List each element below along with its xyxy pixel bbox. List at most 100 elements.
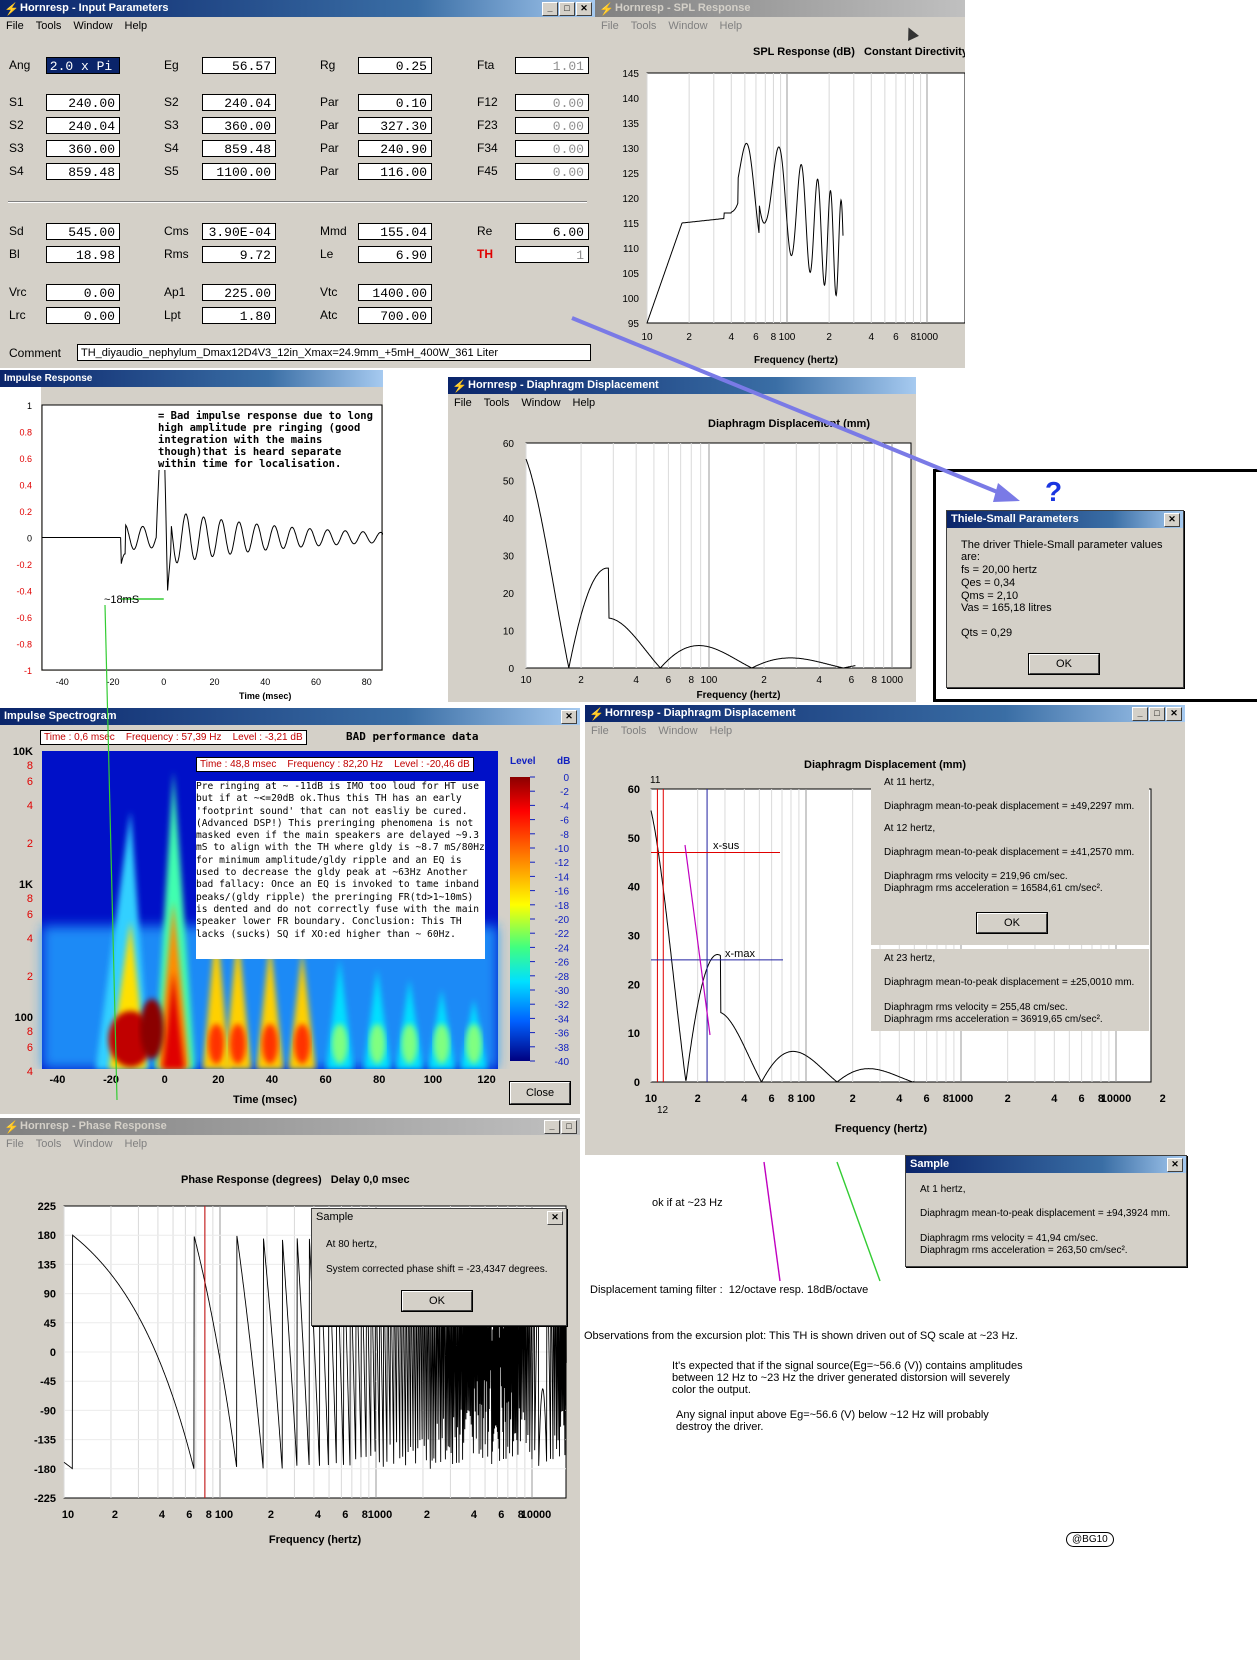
y-tick-label: -180 [34,1464,56,1476]
param-field-lrc[interactable]: 0.00 [46,307,120,324]
y-tick-label: 100 [15,1012,33,1024]
p1-acceleration: Diaphragm rms acceleration = 16584,61 cm… [884,883,1103,894]
param-field-s5[interactable]: 1100.00 [202,163,276,180]
param-field-par[interactable]: 240.90 [358,140,432,157]
param-field-ap1[interactable]: 225.00 [202,284,276,301]
param-field-rms[interactable]: 9.72 [202,246,276,263]
spl-plot: 1451401351301251201151101051009510 2 4 6 8 10… [622,69,965,366]
param-field-par[interactable]: 0.10 [358,94,432,111]
param-field-atc[interactable]: 700.00 [358,307,432,324]
ok-button[interactable]: OK [1028,653,1100,675]
param-label-rms: Rms [164,247,189,261]
input-parameters-titlebar[interactable]: ⚡ Hornresp - Input Parameters _ □ ✕ [0,0,595,17]
note-expected-1: It's expected that if the signal source(… [672,1360,1023,1372]
param-field-le[interactable]: 6.90 [358,246,432,263]
x-tick-label: 20 [209,677,219,687]
x-max-label: x-max [725,948,755,960]
menu-file[interactable]: File [6,20,24,32]
param-field-fta[interactable]: 1.01 [515,57,589,74]
y-tick-label: 8 [27,893,33,905]
param-field-f45[interactable]: 0.00 [515,163,589,180]
close-button[interactable]: Close [509,1081,571,1105]
y-tick-label: 20 [503,589,515,600]
param-field-s3[interactable]: 360.00 [46,140,120,157]
p1-at12: At 12 hertz, [884,823,936,834]
y-tick-label: 10 [503,627,515,638]
close-icon[interactable]: ✕ [576,2,592,16]
param-label-atc: Atc [320,308,338,322]
sample-titlebar[interactable]: Sample ✕ [312,1209,566,1226]
param-field-s2[interactable]: 240.04 [46,117,120,134]
y-tick-label: 10K [13,746,33,758]
x-tick-label: 2 [1160,1093,1166,1105]
param-field-lpt[interactable]: 1.80 [202,307,276,324]
param-field-mmd[interactable]: 155.04 [358,223,432,240]
param-field-f12[interactable]: 0.00 [515,94,589,111]
ts-vas: Vas = 165,18 litres [961,602,1052,614]
param-field-f23[interactable]: 0.00 [515,117,589,134]
close-icon[interactable]: ✕ [1164,513,1180,527]
close-icon[interactable]: ✕ [1167,1158,1183,1172]
param-field-ang[interactable]: 2.0 x Pi [46,57,120,74]
maximize-icon[interactable]: □ [559,2,575,16]
menu-tools[interactable]: Tools [36,20,62,32]
param-field-bl[interactable]: 18.98 [46,246,120,263]
comment-field[interactable]: TH_diyaudio_nephylum_Dmax12D4V3_12in_Xma… [77,344,591,361]
y-tick-label: 50 [628,833,640,845]
close-icon[interactable]: ✕ [547,1211,563,1225]
param-field-vtc[interactable]: 1400.00 [358,284,432,301]
param-field-re[interactable]: 6.00 [515,223,589,240]
menu-window[interactable]: Window [73,20,112,32]
x-tick-label: -20 [107,677,120,687]
param-label-sd: Sd [9,224,24,238]
ridge-core [331,1024,348,1064]
scale-label: -38 [555,1043,570,1054]
param-field-par[interactable]: 327.30 [358,117,432,134]
menu-help[interactable]: Help [125,20,148,32]
note-observations: Observations from the excursion plot: Th… [584,1330,1018,1342]
y-tick-label: 125 [622,169,639,180]
ok-button[interactable]: OK [401,1290,473,1312]
ts-titlebar[interactable]: Thiele-Small Parameters ✕ [947,511,1183,528]
param-field-eg[interactable]: 56.57 [202,57,276,74]
param-field-s2[interactable]: 240.04 [202,94,276,111]
param-field-sd[interactable]: 545.00 [46,223,120,240]
y-tick-label: 6 [27,776,33,788]
x-tick-label: 6 [924,1093,930,1105]
param-field-f34[interactable]: 0.00 [515,140,589,157]
x-sus-label: x-sus [713,840,740,852]
spectrogram-titlebar[interactable]: Impulse Spectrogram ✕ [0,708,580,725]
db-label: dB [557,756,570,767]
param-field-par[interactable]: 116.00 [358,163,432,180]
param-field-s4[interactable]: 859.48 [202,140,276,157]
impulse-titlebar[interactable]: Impulse Response [0,370,383,387]
green-filter-line [836,1161,881,1282]
impulse-spectrogram-window: Impulse Spectrogram ✕ 10K 8 6 4 2 1K 8 6 4 2 100 8 6… [0,708,580,1114]
y-tick-label: 4 [27,1066,33,1078]
dialog-title: Sample [910,1158,950,1170]
ok-button[interactable]: OK [976,912,1048,934]
y-tick-label: 1K [19,879,33,891]
param-label-ang: Ang [9,58,31,72]
param-field-s4[interactable]: 859.48 [46,163,120,180]
param-field-vrc[interactable]: 0.00 [46,284,120,301]
param-label-par: Par [320,141,339,155]
param-field-th[interactable]: 1 [515,246,589,263]
ridge-core [294,1024,311,1064]
x-tick-label: 1000 [949,1093,973,1105]
y-tick-label: -0.8 [16,640,32,650]
input-parameters-window: ⚡ Hornresp - Input Parameters _ □ ✕ File… [0,0,595,368]
param-label-s4: S4 [9,164,24,178]
close-icon[interactable]: ✕ [561,710,577,724]
param-field-rg[interactable]: 0.25 [358,57,432,74]
x-tick-label: 2 [761,675,767,686]
minimize-icon[interactable]: _ [542,2,558,16]
param-field-s1[interactable]: 240.00 [46,94,120,111]
param-label-f45: F45 [477,164,498,178]
param-field-s3[interactable]: 360.00 [202,117,276,134]
marker-12: 12 [657,1105,669,1116]
sample-titlebar[interactable]: Sample ✕ [906,1156,1186,1173]
param-field-cms[interactable]: 3.90E-04 [202,223,276,240]
y-tick-label: 0 [27,534,32,544]
x-tick-label: 10 [520,675,532,686]
